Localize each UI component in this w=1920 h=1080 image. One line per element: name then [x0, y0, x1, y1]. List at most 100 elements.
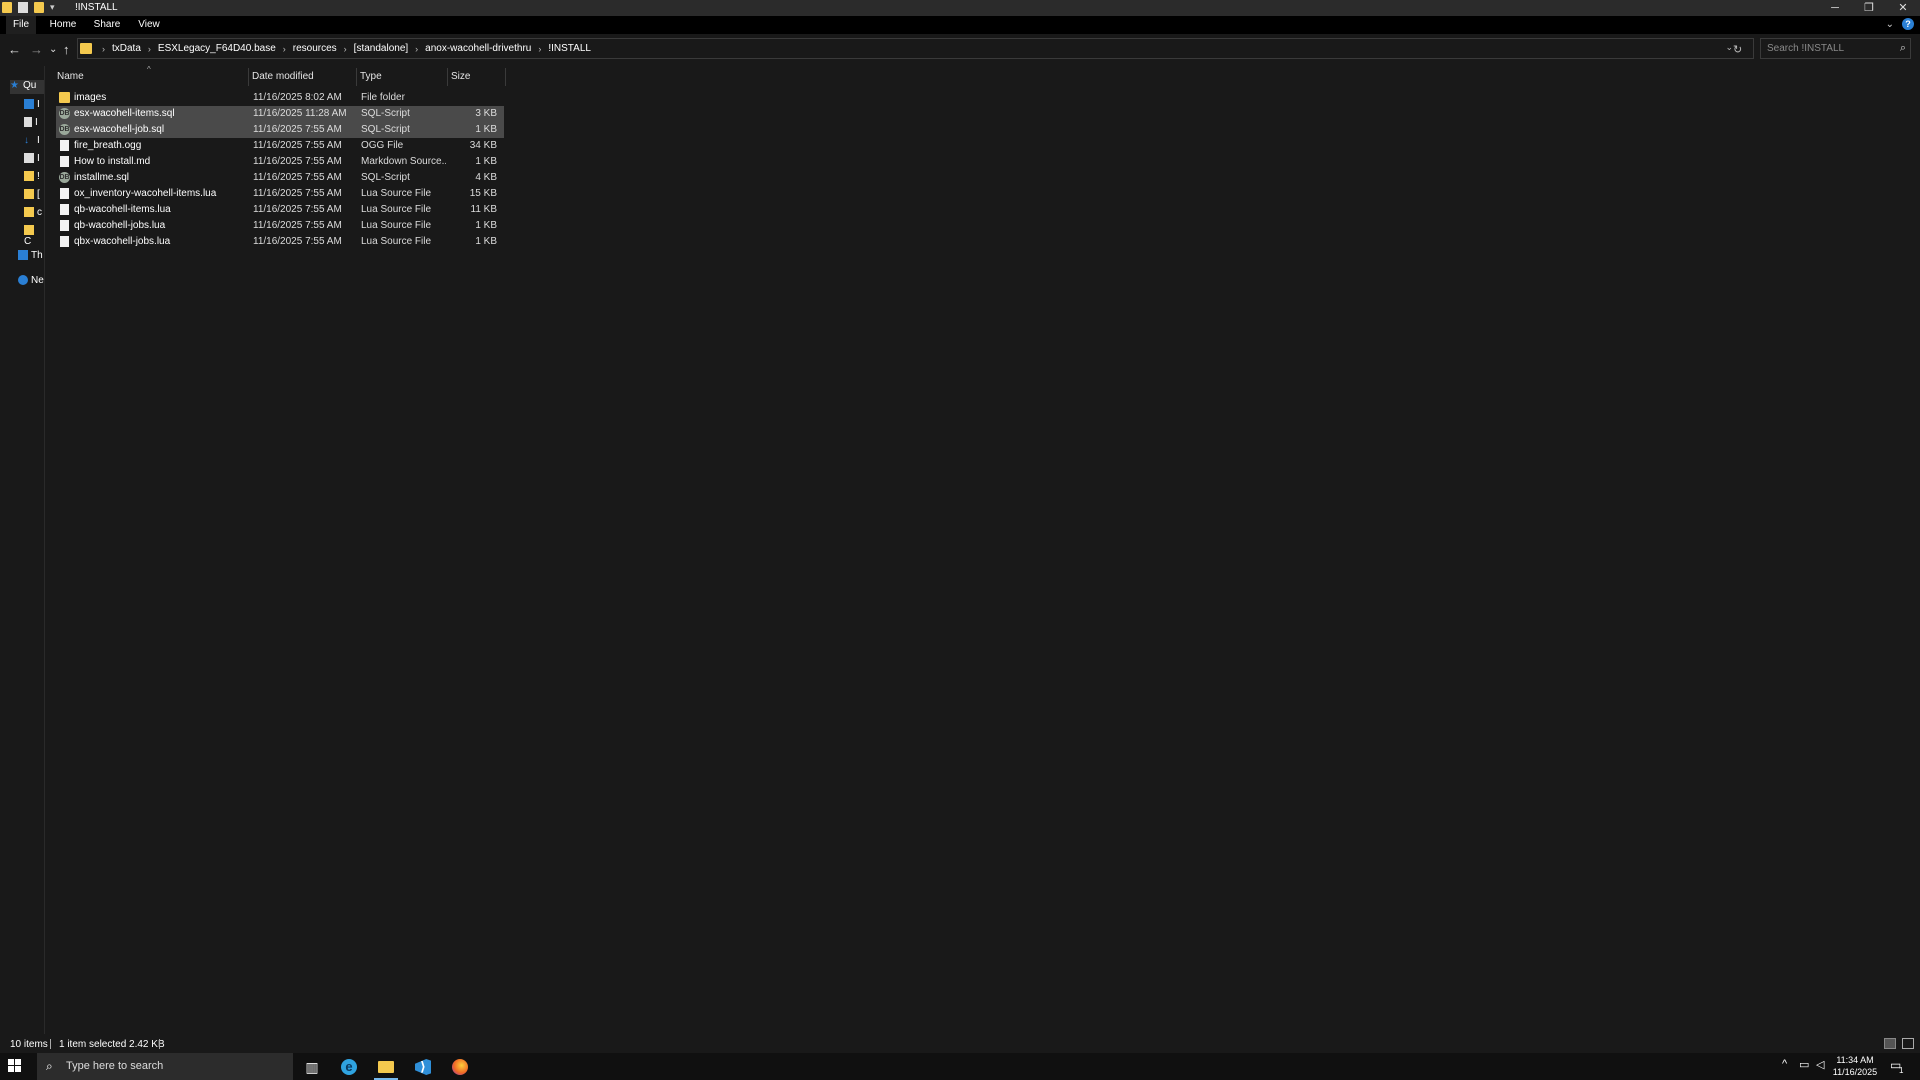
file-type: Lua Source File	[361, 220, 432, 231]
address-bar[interactable]: › txData › ESXLegacy_F64D40.base › resou…	[77, 38, 1754, 59]
details-view-icon[interactable]	[1884, 1038, 1896, 1049]
breadcrumb-separator[interactable]: ›	[340, 44, 351, 54]
file-date: 11/16/2025 7:55 AM	[253, 140, 342, 151]
folder-icon	[80, 43, 92, 54]
breadcrumb-separator[interactable]: ›	[534, 44, 545, 54]
restore-button[interactable]: ❐	[1852, 0, 1886, 16]
breadcrumb-separator[interactable]: ›	[411, 44, 422, 54]
navpane-item-label: Th	[31, 250, 43, 261]
column-header-size[interactable]: Size	[448, 68, 506, 86]
search-icon: ⌕	[46, 1059, 53, 1073]
forward-arrow-icon[interactable]: →	[30, 42, 43, 58]
taskbar-search[interactable]: ⌕ Type here to search	[37, 1053, 293, 1080]
navpane-item-label: !	[37, 171, 40, 182]
file-explorer-button[interactable]	[368, 1053, 404, 1080]
column-header-name[interactable]: Name	[54, 68, 249, 86]
expand-ribbon-chevron-icon[interactable]: ⌄	[1886, 19, 1894, 30]
customize-toolbar-chevron-icon[interactable]: ▾	[50, 2, 55, 13]
refresh-icon[interactable]: ↻	[1733, 43, 1742, 56]
search-icon[interactable]: ⌕	[1900, 42, 1906, 55]
address-history-chevron-icon[interactable]: ⌄	[1725, 42, 1733, 53]
navpane-item-pinned-folder[interactable]: c	[24, 207, 42, 218]
file-size: 11 KB	[470, 204, 498, 215]
file-type: SQL-Script	[361, 108, 410, 119]
navpane-item-downloads[interactable]: ↓ I	[24, 135, 40, 146]
edge-button[interactable]: e	[331, 1053, 367, 1080]
navpane-item-network[interactable]: Ne	[18, 275, 44, 286]
windows-start-icon[interactable]	[8, 1059, 22, 1073]
recent-locations-chevron-icon[interactable]: ⌄	[49, 42, 57, 58]
file-row-installme-sql[interactable]: DB installme.sql 11/16/2025 7:55 AM SQL-…	[56, 170, 504, 186]
file-size: 4 KB	[475, 172, 497, 183]
file-name: fire_breath.ogg	[74, 140, 142, 151]
clock-time: 11:34 AM	[1836, 1055, 1874, 1065]
task-view-icon: ▥	[305, 1059, 319, 1075]
new-folder-icon[interactable]	[34, 2, 44, 13]
breadcrumb: › txData › ESXLegacy_F64D40.base › resou…	[80, 39, 594, 58]
task-view-button[interactable]: ▥	[294, 1053, 330, 1080]
column-header-type[interactable]: Type	[357, 68, 448, 86]
close-button[interactable]: ✕	[1886, 0, 1920, 16]
vscode-button[interactable]: ⟩	[405, 1053, 441, 1080]
taskbar-clock[interactable]: 11:34 AM 11/16/2025	[1828, 1054, 1882, 1078]
help-icon[interactable]: ?	[1902, 18, 1914, 30]
tray-overflow-chevron-icon[interactable]: ^	[1782, 1058, 1787, 1070]
column-header-date-modified[interactable]: Date modified	[249, 68, 357, 86]
breadcrumb-separator[interactable]: ›	[98, 44, 109, 54]
file-row-how-to-install-md[interactable]: How to install.md 11/16/2025 7:55 AM Mar…	[56, 154, 504, 170]
large-icons-view-icon[interactable]	[1902, 1038, 1914, 1049]
file-type: OGG File	[361, 140, 404, 151]
edge-icon: e	[341, 1059, 357, 1075]
minimize-button[interactable]: ─	[1818, 0, 1852, 16]
status-divider	[50, 1039, 51, 1049]
properties-icon[interactable]	[18, 2, 28, 13]
navpane-item-desktop[interactable]: I	[24, 99, 40, 110]
file-row-qb-wacohell-items-lua[interactable]: qb-wacohell-items.lua 11/16/2025 7:55 AM…	[56, 202, 504, 218]
navpane-item-documents[interactable]: I	[24, 117, 38, 128]
up-arrow-icon[interactable]: ↑	[63, 42, 70, 58]
search-box[interactable]: Search !INSTALL ⌕	[1760, 38, 1911, 59]
file-icon	[60, 220, 69, 231]
tab-view[interactable]: View	[134, 16, 164, 34]
breadcrumb-resources[interactable]: resources	[290, 43, 340, 54]
breadcrumb-txdata[interactable]: txData	[109, 43, 144, 54]
tab-share[interactable]: Share	[90, 16, 124, 34]
file-row-fire-breath-ogg[interactable]: fire_breath.ogg 11/16/2025 7:55 AM OGG F…	[56, 138, 504, 154]
navpane-item-pinned-folder[interactable]: C	[24, 225, 44, 247]
breadcrumb-separator[interactable]: ›	[144, 44, 155, 54]
tab-home[interactable]: Home	[46, 16, 80, 34]
taskbar-search-input[interactable]: Type here to search	[66, 1060, 163, 1072]
navpane-item-pinned-folder[interactable]: [	[24, 189, 40, 200]
navpane-item-label: Ne	[31, 275, 44, 286]
navpane-item-quick-access[interactable]: ★ Qu	[10, 80, 44, 94]
search-input[interactable]: Search !INSTALL	[1767, 43, 1844, 54]
firefox-button[interactable]	[442, 1053, 478, 1080]
file-row-ox-inventory-wacohell-items-lua[interactable]: ox_inventory-wacohell-items.lua 11/16/20…	[56, 186, 504, 202]
breadcrumb-esxlegacy-base[interactable]: ESXLegacy_F64D40.base	[155, 43, 279, 54]
file-row-esx-wacohell-job-sql[interactable]: DB esx-wacohell-job.sql 11/16/2025 7:55 …	[56, 122, 504, 138]
file-date: 11/16/2025 7:55 AM	[253, 124, 342, 135]
breadcrumb-install[interactable]: !INSTALL	[545, 43, 594, 54]
navpane-item-pictures[interactable]: I	[24, 153, 40, 164]
markdown-file-icon	[60, 156, 69, 167]
navpane-item-pinned-folder[interactable]: !	[24, 171, 40, 182]
file-name: How to install.md	[74, 156, 151, 167]
network-icon[interactable]: ▭	[1799, 1058, 1809, 1071]
tab-file[interactable]: File	[6, 16, 36, 34]
volume-icon[interactable]: ◁	[1816, 1058, 1824, 1071]
file-row-qbx-wacohell-jobs-lua[interactable]: qbx-wacohell-jobs.lua 11/16/2025 7:55 AM…	[56, 234, 504, 250]
breadcrumb-anox-wacohell-drivethru[interactable]: anox-wacohell-drivethru	[422, 43, 534, 54]
sql-file-icon: DB	[59, 124, 70, 135]
breadcrumb-standalone[interactable]: [standalone]	[351, 43, 412, 54]
file-row-esx-wacohell-items-sql[interactable]: DB esx-wacohell-items.sql 11/16/2025 11:…	[56, 106, 504, 122]
folder-icon	[24, 225, 34, 236]
navpane-item-this-pc[interactable]: Th	[18, 250, 43, 261]
firefox-icon	[452, 1059, 468, 1075]
folder-icon[interactable]	[2, 2, 12, 13]
pictures-icon	[24, 153, 34, 164]
network-icon	[18, 275, 28, 286]
file-row-qb-wacohell-jobs-lua[interactable]: qb-wacohell-jobs.lua 11/16/2025 7:55 AM …	[56, 218, 504, 234]
file-row-images[interactable]: images 11/16/2025 8:02 AM File folder	[56, 90, 504, 106]
breadcrumb-separator[interactable]: ›	[279, 44, 290, 54]
back-arrow-icon[interactable]: ←	[8, 42, 21, 58]
